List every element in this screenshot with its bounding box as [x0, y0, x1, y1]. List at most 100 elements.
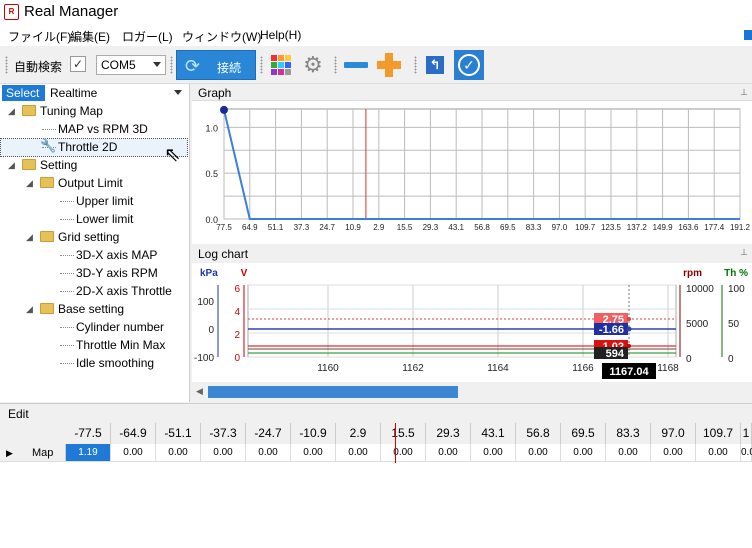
- table-cell[interactable]: 0.00: [201, 444, 246, 462]
- window-title: Real Manager: [24, 3, 119, 20]
- column-header[interactable]: 97.0: [651, 423, 696, 444]
- toolbar-grip[interactable]: [414, 56, 417, 74]
- toolbar-grip[interactable]: [5, 56, 8, 74]
- table-cell[interactable]: 1.19: [66, 444, 111, 462]
- zoom-in-button[interactable]: [376, 52, 402, 78]
- tree-node[interactable]: ◢ Base setting: [0, 300, 188, 318]
- collapse-icon[interactable]: ◢: [8, 160, 15, 171]
- value-label: -1.66: [599, 324, 624, 336]
- apply-button[interactable]: ✓: [454, 50, 484, 80]
- menu-edit[interactable]: 編集(E): [70, 28, 110, 45]
- kpa-tick: 100: [197, 297, 214, 308]
- tree-node[interactable]: 2D-X axis Throttle: [0, 282, 188, 300]
- tree-node[interactable]: Cylinder number: [0, 318, 188, 336]
- toolbar-grip[interactable]: [334, 56, 337, 74]
- x-tick-label: 10.9: [345, 223, 361, 232]
- column-header[interactable]: -77.5: [66, 423, 111, 444]
- v-tick: 4: [234, 307, 240, 318]
- table-cell[interactable]: 0.00: [741, 444, 752, 462]
- column-header[interactable]: -64.9: [111, 423, 156, 444]
- column-header[interactable]: 109.7: [696, 423, 741, 444]
- x-tick-label: 2.9: [373, 223, 385, 232]
- table-cell[interactable]: 0.00: [561, 444, 606, 462]
- table-cell[interactable]: 0.00: [651, 444, 696, 462]
- edit-title: Edit: [8, 407, 29, 421]
- table-cell[interactable]: 0.00: [291, 444, 336, 462]
- menu-logger[interactable]: ロガー(L): [122, 28, 173, 45]
- column-header[interactable]: 15.5: [381, 423, 426, 444]
- column-header[interactable]: -24.7: [246, 423, 291, 444]
- collapse-icon[interactable]: ◢: [26, 232, 33, 243]
- column-header[interactable]: 1: [741, 423, 752, 444]
- value-label: 594: [606, 348, 625, 360]
- column-header[interactable]: 83.3: [606, 423, 651, 444]
- scrollbar-thumb[interactable]: [208, 386, 458, 398]
- x-tick-label: 1166: [572, 363, 594, 374]
- com-port-select[interactable]: COM5: [96, 55, 166, 75]
- tree-node[interactable]: ◢ Tuning Map: [0, 102, 188, 120]
- y-tick-label: 1.0: [205, 123, 218, 133]
- column-header[interactable]: 43.1: [471, 423, 516, 444]
- menu-file[interactable]: ファイル(F): [8, 28, 71, 45]
- tree-node[interactable]: Throttle 2D: [0, 138, 188, 156]
- pin-icon[interactable]: ⊥: [740, 87, 748, 98]
- column-header[interactable]: 29.3: [426, 423, 471, 444]
- mode-select[interactable]: Realtime: [50, 86, 97, 100]
- column-header[interactable]: -10.9: [291, 423, 336, 444]
- scroll-left-icon[interactable]: ◀: [196, 386, 203, 397]
- log-scrollbar[interactable]: ◀: [192, 382, 752, 402]
- table-cell[interactable]: 0.00: [696, 444, 741, 462]
- x-tick-label: 123.5: [601, 223, 622, 232]
- table-cell[interactable]: 0.00: [426, 444, 471, 462]
- connect-button[interactable]: ⟳ 接続: [176, 50, 256, 80]
- log-chart-title: Log chart: [198, 247, 249, 261]
- chevron-down-icon[interactable]: [174, 90, 182, 95]
- voltage2-point: [627, 344, 631, 348]
- column-header[interactable]: -51.1: [156, 423, 201, 444]
- table-cell[interactable]: 0.00: [336, 444, 381, 462]
- table-cell[interactable]: 0.00: [516, 444, 561, 462]
- collapse-icon[interactable]: ◢: [26, 178, 33, 189]
- tree-connector: [60, 219, 74, 220]
- table-cell[interactable]: 0.00: [246, 444, 291, 462]
- th-tick: 100: [728, 284, 745, 295]
- table-cell[interactable]: 0.00: [111, 444, 156, 462]
- pin-icon[interactable]: ⊥: [740, 247, 748, 258]
- toolbar-grip[interactable]: [170, 56, 173, 74]
- tree-node[interactable]: ◢ Output Limit: [0, 174, 188, 192]
- tree-node[interactable]: MAP vs RPM 3D: [0, 120, 188, 138]
- log-chart[interactable]: 1160 1162 1164 1166 1168 kPa Vrpm Th % 100 0 -100 6…: [192, 263, 752, 382]
- table-cell[interactable]: 0.00: [381, 444, 426, 462]
- menu-help[interactable]: Help(H): [260, 28, 301, 42]
- column-header[interactable]: 56.8: [516, 423, 561, 444]
- autosearch-checkbox[interactable]: ✓: [70, 56, 86, 72]
- table-row-header[interactable]: ▶ Map: [0, 444, 66, 462]
- tree-node[interactable]: 3D-X axis MAP: [0, 246, 188, 264]
- zoom-out-button[interactable]: [342, 52, 368, 78]
- x-tick-label: 137.2: [627, 223, 648, 232]
- tree-node[interactable]: Upper limit: [0, 192, 188, 210]
- settings-button[interactable]: ⚙: [300, 52, 326, 78]
- table-cell[interactable]: 0.00: [606, 444, 651, 462]
- tree-node[interactable]: ◢ Setting: [0, 156, 188, 174]
- tree-node[interactable]: Throttle Min Max: [0, 336, 188, 354]
- tree-node[interactable]: ◢ Grid setting: [0, 228, 188, 246]
- undo-button[interactable]: ↰: [426, 56, 444, 74]
- collapse-icon[interactable]: ◢: [8, 106, 15, 117]
- grid-button[interactable]: [268, 52, 294, 78]
- table-cell[interactable]: 0.00: [156, 444, 201, 462]
- tree-node[interactable]: Idle smoothing: [0, 354, 188, 372]
- graph-chart[interactable]: 0.0 0.5 1.0 77.5 64.9 51.1 37.3 24.7 10.9 2.9 15.5…: [192, 101, 752, 244]
- column-header[interactable]: 2.9: [336, 423, 381, 444]
- menu-bar: ファイル(F) 編集(E) ロガー(L) ウィンドウ(W) Help(H): [0, 24, 752, 46]
- menu-window[interactable]: ウィンドウ(W): [182, 28, 261, 45]
- table-cell[interactable]: 0.00: [471, 444, 516, 462]
- x-tick-label: 97.0: [552, 223, 568, 232]
- tree-node[interactable]: 3D-Y axis RPM: [0, 264, 188, 282]
- collapse-icon[interactable]: ◢: [26, 304, 33, 315]
- column-header[interactable]: 69.5: [561, 423, 606, 444]
- tree-node[interactable]: Lower limit: [0, 210, 188, 228]
- column-header[interactable]: -37.3: [201, 423, 246, 444]
- v-tick: 0: [234, 353, 240, 364]
- toolbar-grip[interactable]: [260, 56, 263, 74]
